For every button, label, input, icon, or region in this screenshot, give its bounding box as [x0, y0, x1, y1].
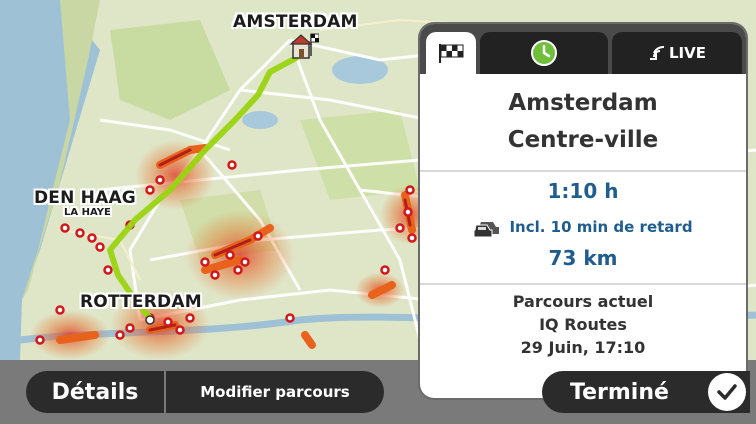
divider [420, 283, 746, 285]
live-tab-label: LIVE [669, 44, 706, 62]
travel-time: 1:10 h [547, 179, 619, 203]
done-button-label: Terminé [570, 379, 669, 405]
checkered-flag-icon [439, 44, 464, 63]
checkmark-icon [708, 373, 746, 411]
tab-time[interactable] [480, 32, 608, 74]
clock-icon [531, 40, 557, 66]
delay-text: Incl. 10 min de retard [509, 218, 693, 236]
destination-line2: Centre-ville [507, 127, 659, 153]
city-label-den-haag: DEN HAAG [34, 188, 136, 208]
summary-tabs: LIVE [420, 24, 746, 74]
route-type: Parcours actuel [512, 292, 654, 311]
signal-icon [650, 45, 665, 60]
city-label-rotterdam: ROTTERDAM [80, 292, 202, 312]
delay-row: Incl. 10 min de retard [420, 216, 746, 238]
route-datetime: 29 Juin, 17:10 [520, 338, 646, 357]
details-button[interactable]: Détails [26, 371, 164, 413]
city-label-la-haye: LA HAYE [64, 207, 111, 218]
city-label-amsterdam: AMSTERDAM [233, 12, 358, 32]
tab-destination[interactable] [426, 32, 476, 74]
done-button[interactable]: Terminé [542, 371, 750, 413]
traffic-cars-icon [473, 222, 500, 238]
destination-marker-icon [289, 32, 320, 62]
routing-method: IQ Routes [539, 315, 627, 334]
distance: 73 km [548, 246, 618, 270]
modify-route-button[interactable]: Modifier parcours [166, 371, 384, 413]
tab-live[interactable]: LIVE [612, 32, 742, 74]
divider [420, 170, 746, 172]
route-summary-panel: LIVE Amsterdam Centre-ville 1:10 h Incl.… [420, 24, 746, 398]
destination-line1: Amsterdam [508, 90, 658, 116]
